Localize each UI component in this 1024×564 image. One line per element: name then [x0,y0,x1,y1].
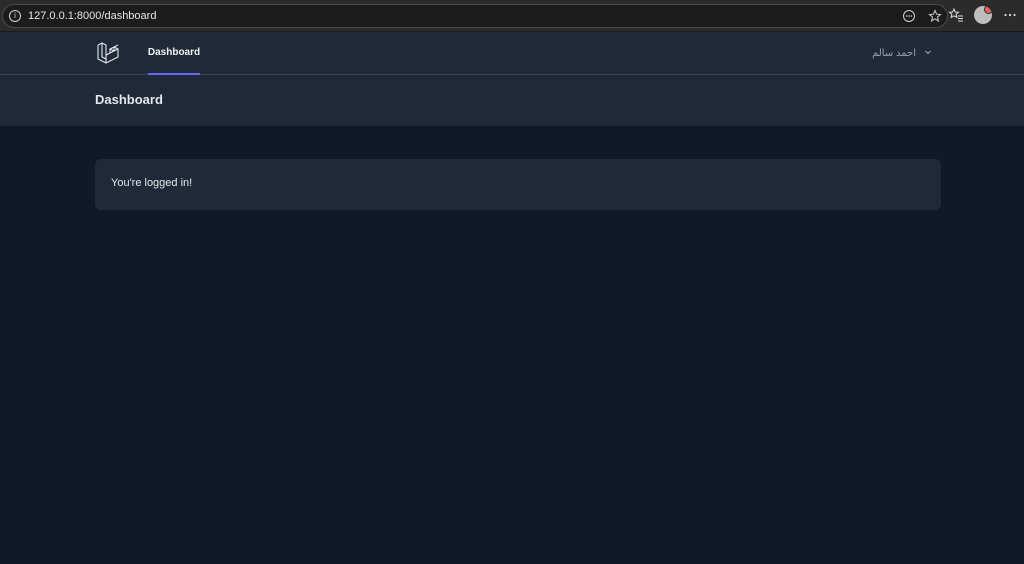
user-name[interactable]: احمد سالم [872,48,916,59]
logged-in-message: You're logged in! [111,177,193,189]
page-header: Dashboard [0,75,1024,126]
info-icon[interactable]: i [9,10,21,22]
content-card: You're logged in! [95,159,941,210]
nav-link-dashboard[interactable]: Dashboard [148,32,200,75]
user-menu[interactable]: احمد سالم [872,45,932,61]
address-bar[interactable]: i 127.0.0.1:8000/dashboard [2,4,948,28]
profile-avatar[interactable] [974,6,992,24]
favorites-icon[interactable] [948,7,964,23]
reader-mode-icon[interactable] [901,8,917,24]
page-title: Dashboard [95,92,163,107]
favorite-icon[interactable] [927,8,943,24]
app-navbar: Dashboard احمد سالم [0,32,1024,75]
browser-toolbar: i 127.0.0.1:8000/dashboard [0,0,1024,32]
chevron-down-icon[interactable] [924,48,932,59]
url-text[interactable]: 127.0.0.1:8000/dashboard [28,10,156,22]
more-icon[interactable] [1002,7,1018,23]
laravel-logo-icon[interactable] [96,41,120,65]
